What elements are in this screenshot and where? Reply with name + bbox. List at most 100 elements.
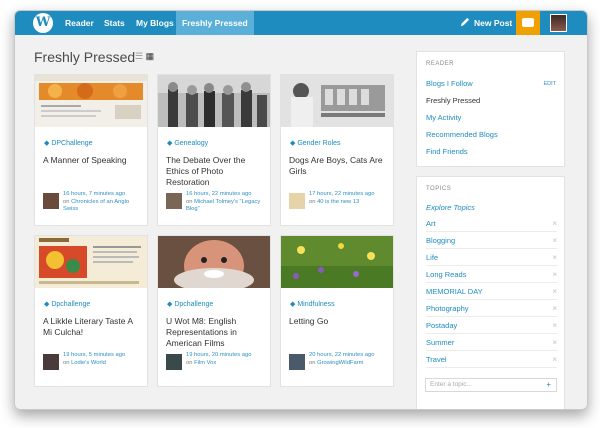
reader-link-recommended-blogs[interactable]: Recommended Blogs	[426, 130, 498, 139]
nav-freshly-pressed[interactable]: Freshly Pressed	[176, 11, 254, 35]
post-meta: 17 hours, 22 minutes ago on 40 is the ne…	[309, 191, 391, 206]
author-avatar[interactable]	[43, 193, 59, 209]
nav-stats[interactable]: Stats	[104, 11, 125, 35]
topics-heading: TOPICS	[426, 186, 452, 192]
reader-link-freshly-pressed[interactable]: Freshly Pressed	[426, 96, 480, 105]
reader-link-my-activity[interactable]: My Activity	[426, 113, 461, 122]
notifications-button[interactable]	[516, 11, 540, 35]
user-avatar[interactable]	[550, 14, 567, 32]
post-card[interactable]: ◆ Dpchallenge U Wot M8: English Represen…	[157, 235, 271, 387]
nav-my-blogs[interactable]: My Blogs	[136, 11, 174, 35]
post-tag[interactable]: ◆ Genealogy	[167, 139, 208, 147]
topic-item[interactable]: Long Reads ×	[426, 266, 557, 283]
author-avatar[interactable]	[166, 193, 182, 209]
post-card[interactable]: ◆ Genealogy The Debate Over the Ethics o…	[157, 74, 271, 226]
post-tag-label: Dpchallenge	[174, 301, 214, 308]
topic-label[interactable]: Blogging	[426, 236, 455, 245]
post-tag-label: Mindfulness	[297, 301, 335, 308]
post-meta: 19 hours, 20 minutes ago on Film Vox	[186, 352, 268, 367]
add-topic-icon[interactable]: +	[546, 379, 551, 391]
post-time[interactable]: 16 hours, 7 minutes ago	[63, 191, 145, 199]
post-tag[interactable]: ◆ DPChallenge	[44, 139, 93, 147]
blog-name[interactable]: 40 is the new 13	[317, 199, 359, 205]
post-thumbnail[interactable]	[281, 75, 393, 127]
author-avatar[interactable]	[166, 354, 182, 370]
topic-item[interactable]: Postaday ×	[426, 317, 557, 334]
view-toggle[interactable]: ☰ ▦	[135, 51, 154, 62]
topic-label[interactable]: Summer	[426, 338, 454, 347]
topic-item[interactable]: Blogging ×	[426, 232, 557, 249]
top-navigation-bar: W Reader Stats My Blogs Freshly Pressed …	[15, 11, 587, 35]
topic-item[interactable]: Summer ×	[426, 334, 557, 351]
post-tag[interactable]: ◆ Dpchallenge	[167, 300, 213, 308]
topic-item[interactable]: Photography ×	[426, 300, 557, 317]
remove-topic-icon[interactable]: ×	[552, 249, 557, 266]
post-card[interactable]: ◆ Gender Roles Dogs Are Boys, Cats Are G…	[280, 74, 394, 226]
remove-topic-icon[interactable]: ×	[552, 232, 557, 249]
post-on-label: on	[309, 359, 316, 366]
blog-name[interactable]: Michael Tolmey's "Legacy Blog"	[186, 199, 260, 213]
post-card[interactable]: ◆ Mindfulness Letting Go 20 hours, 22 mi…	[280, 235, 394, 387]
remove-topic-icon[interactable]: ×	[552, 317, 557, 334]
remove-topic-icon[interactable]: ×	[552, 283, 557, 300]
post-tag[interactable]: ◆ Dpchallenge	[44, 300, 90, 308]
explore-topics-link[interactable]: Explore Topics	[426, 203, 475, 212]
blog-name[interactable]: Chronicles of an Anglo Swiss	[63, 199, 129, 213]
post-title[interactable]: The Debate Over the Ethics of Photo Rest…	[166, 155, 266, 188]
post-title[interactable]: Letting Go	[289, 316, 389, 327]
topic-input[interactable]: Enter a topic... +	[425, 378, 557, 392]
post-time[interactable]: 19 hours, 20 minutes ago	[186, 352, 268, 360]
remove-topic-icon[interactable]: ×	[552, 266, 557, 283]
topic-label[interactable]: MEMORIAL DAY	[426, 287, 483, 296]
remove-topic-icon[interactable]: ×	[552, 334, 557, 351]
post-tag[interactable]: ◆ Gender Roles	[290, 139, 341, 147]
post-time[interactable]: 17 hours, 22 minutes ago	[309, 191, 391, 199]
topic-item[interactable]: Life ×	[426, 249, 557, 266]
post-card[interactable]: ◆ Dpchallenge A Likkle Literary Taste A …	[34, 235, 148, 387]
wordpress-logo-icon[interactable]: W	[33, 13, 53, 33]
topic-item[interactable]: MEMORIAL DAY ×	[426, 283, 557, 300]
post-on-label: on	[63, 359, 70, 366]
remove-topic-icon[interactable]: ×	[552, 300, 557, 317]
post-tag[interactable]: ◆ Mindfulness	[290, 300, 335, 308]
author-avatar[interactable]	[289, 193, 305, 209]
topic-label[interactable]: Art	[426, 219, 436, 228]
blog-name[interactable]: Film Vox	[194, 360, 216, 366]
author-avatar[interactable]	[289, 354, 305, 370]
edit-link[interactable]: EDIT	[543, 81, 556, 87]
post-title[interactable]: Dogs Are Boys, Cats Are Girls	[289, 155, 389, 177]
new-post-label: New Post	[474, 18, 513, 28]
topic-item[interactable]: Travel ×	[426, 351, 557, 368]
remove-topic-icon[interactable]: ×	[552, 351, 557, 368]
post-time[interactable]: 20 hours, 22 minutes ago	[309, 352, 391, 360]
reader-link-find-friends[interactable]: Find Friends	[426, 147, 468, 156]
post-thumbnail[interactable]	[35, 236, 147, 288]
topic-label[interactable]: Photography	[426, 304, 469, 313]
post-thumbnail[interactable]	[158, 236, 270, 288]
topic-label[interactable]: Life	[426, 253, 438, 262]
nav-reader[interactable]: Reader	[65, 11, 94, 35]
post-time[interactable]: 16 hours, 22 minutes ago	[186, 191, 268, 199]
topic-item[interactable]: Art ×	[426, 215, 557, 232]
post-thumbnail[interactable]	[281, 236, 393, 288]
post-title[interactable]: A Likkle Literary Taste A Mi Culcha!	[43, 316, 143, 338]
post-title[interactable]: A Manner of Speaking	[43, 155, 143, 166]
post-thumbnail[interactable]	[35, 75, 147, 127]
post-title[interactable]: U Wot M8: English Representations in Ame…	[166, 316, 266, 349]
topic-label[interactable]: Postaday	[426, 321, 457, 330]
topic-label[interactable]: Long Reads	[426, 270, 466, 279]
blog-name[interactable]: Lodie's World	[71, 360, 106, 366]
remove-topic-icon[interactable]: ×	[552, 215, 557, 232]
reader-link-blogs-i-follow[interactable]: Blogs I Follow	[426, 79, 473, 88]
post-thumbnail[interactable]	[158, 75, 270, 127]
new-post-button[interactable]: New Post	[459, 11, 512, 35]
browser-window: W Reader Stats My Blogs Freshly Pressed …	[14, 10, 588, 410]
post-time[interactable]: 19 hours, 5 minutes ago	[63, 352, 145, 360]
topic-label[interactable]: Travel	[426, 355, 447, 364]
pencil-icon	[460, 17, 470, 27]
blog-name[interactable]: GrowingWildFarm	[317, 360, 363, 366]
list-view-icon[interactable]: ☰	[135, 51, 143, 61]
grid-view-icon[interactable]: ▦	[146, 51, 155, 61]
author-avatar[interactable]	[43, 354, 59, 370]
post-card[interactable]: ◆ DPChallenge A Manner of Speaking 16 ho…	[34, 74, 148, 226]
